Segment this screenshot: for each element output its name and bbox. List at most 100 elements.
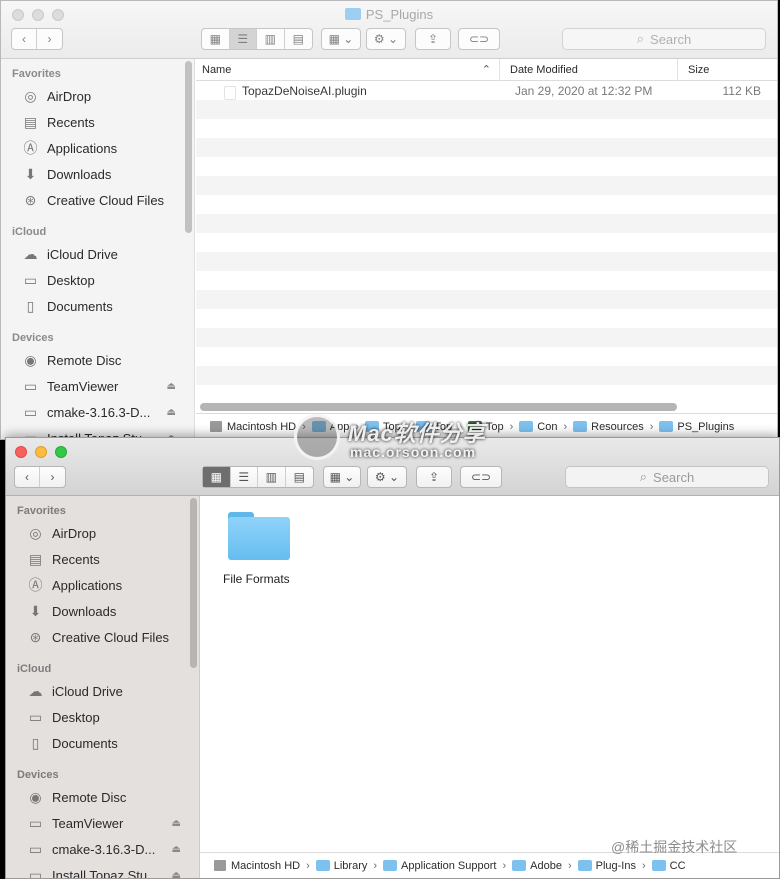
sidebar-item-airdrop[interactable]: ◎ AirDrop bbox=[21, 84, 184, 108]
window-title: PS_Plugins bbox=[1, 7, 777, 22]
sidebar-section-icloud: iCloud bbox=[17, 663, 52, 675]
table-row[interactable]: TopazDeNoiseAI.plugin Jan 29, 2020 at 12… bbox=[196, 81, 777, 100]
sidebar-item-downloads[interactable]: ⬇ Downloads bbox=[26, 599, 189, 623]
gear-icon[interactable]: ⚙ ⌄ bbox=[366, 28, 406, 50]
chevron-right-icon: › bbox=[373, 859, 378, 872]
search-field[interactable]: ⌕ Search bbox=[565, 466, 769, 488]
sidebar-item-applications[interactable]: Ⓐ Applications bbox=[21, 136, 184, 160]
gallery-icon[interactable]: ▤ bbox=[286, 467, 313, 487]
finder-window-cc: ‹ › ▦ ☰ ▥ ▤ ▦ ⌄ ⚙ ⌄ ⇪ ⊂⊃ ⌕ Search Favorit… bbox=[5, 437, 780, 879]
path-item-macintosh-hd[interactable]: Macintosh HD › bbox=[210, 421, 312, 433]
path-item[interactable]: Top › bbox=[365, 421, 416, 433]
grid-icon[interactable]: ▦ bbox=[203, 467, 231, 487]
eject-icon[interactable]: ⏏ bbox=[167, 407, 176, 418]
sidebar-item-airdrop[interactable]: ◎ AirDrop bbox=[26, 521, 189, 545]
gear-icon[interactable]: ⚙ ⌄ bbox=[367, 466, 407, 488]
path-item-ps-plugins[interactable]: PS_Plugins bbox=[659, 421, 734, 433]
sidebar-scrollbar[interactable] bbox=[190, 498, 197, 668]
sidebar-item-remote-disc[interactable]: ◉ Remote Disc bbox=[21, 348, 184, 372]
recents-icon: ▤ bbox=[28, 550, 43, 567]
applications-icon: Ⓐ bbox=[28, 577, 43, 593]
sidebar-item-documents[interactable]: ▯ Documents bbox=[26, 731, 189, 755]
search-field[interactable]: ⌕ Search bbox=[562, 28, 766, 50]
back-forward-buttons: ‹ › bbox=[14, 466, 66, 488]
hard-drive-icon bbox=[214, 860, 226, 871]
list-icon[interactable]: ☰ bbox=[229, 29, 257, 49]
sidebar-item-recents[interactable]: ▤ Recents bbox=[21, 110, 184, 134]
path-item-library[interactable]: Library › bbox=[315, 859, 383, 872]
column-size[interactable]: Size bbox=[678, 59, 777, 81]
folder-item-file-formats[interactable]: File Formats bbox=[223, 512, 303, 586]
path-item[interactable]: Top › bbox=[416, 421, 467, 433]
maximize-button[interactable] bbox=[55, 446, 67, 458]
sidebar-item-icloud-drive[interactable]: ☁ iCloud Drive bbox=[21, 242, 184, 266]
sort-chevron-icon: ⌃ bbox=[481, 64, 491, 76]
sidebar-item-cmake[interactable]: ▭ cmake-3.16.3-D... ⏏ bbox=[26, 837, 189, 861]
gallery-icon[interactable]: ▤ bbox=[285, 29, 312, 49]
tag-icon[interactable]: ⊂⊃ bbox=[460, 466, 502, 488]
eject-icon[interactable]: ⏏ bbox=[172, 844, 181, 855]
sidebar-section-favorites: Favorites bbox=[17, 505, 66, 517]
path-item[interactable]: Top › bbox=[467, 421, 519, 433]
sidebar-item-remote-disc[interactable]: ◉ Remote Disc bbox=[26, 785, 189, 809]
back-button[interactable]: ‹ bbox=[12, 29, 38, 49]
minimize-button[interactable] bbox=[35, 446, 47, 458]
sidebar-item-desktop[interactable]: ▭ Desktop bbox=[21, 268, 184, 292]
grid-icon[interactable]: ▦ bbox=[202, 29, 230, 49]
airdrop-icon: ◎ bbox=[29, 524, 42, 541]
columns-icon[interactable]: ▥ bbox=[258, 467, 286, 487]
forward-button[interactable]: › bbox=[40, 467, 65, 487]
sidebar: Favorites ◎ AirDrop ▤ Recents Ⓐ Application… bbox=[1, 59, 195, 439]
sidebar-item-icloud-drive[interactable]: ☁ iCloud Drive bbox=[26, 679, 189, 703]
back-button[interactable]: ‹ bbox=[15, 467, 41, 487]
path-item-plug-ins[interactable]: Plug-Ins › bbox=[577, 860, 652, 872]
eject-icon[interactable]: ⏏ bbox=[167, 381, 176, 392]
tag-icon[interactable]: ⊂⊃ bbox=[458, 28, 500, 50]
sidebar-scrollbar[interactable] bbox=[185, 61, 192, 233]
columns-icon[interactable]: ▥ bbox=[257, 29, 285, 49]
sidebar-item-install-topaz[interactable]: ▭ Install Topaz Stu... ⏏ bbox=[26, 863, 189, 879]
column-date-modified[interactable]: Date Modified bbox=[500, 59, 678, 81]
sidebar-item-creative-cloud[interactable]: ⊛ Creative Cloud Files bbox=[21, 188, 184, 212]
path-item-application-support[interactable]: Application Support › bbox=[383, 860, 512, 872]
eject-icon[interactable]: ⏏ bbox=[172, 870, 181, 879]
sidebar-item-creative-cloud[interactable]: ⊛ Creative Cloud Files bbox=[26, 625, 189, 649]
documents-icon: ▯ bbox=[31, 734, 40, 751]
group-icon[interactable]: ▦ ⌄ bbox=[323, 466, 361, 488]
close-button[interactable] bbox=[15, 446, 27, 458]
downloads-icon: ⬇ bbox=[29, 602, 42, 619]
path-item-adobe[interactable]: Adobe › bbox=[512, 860, 577, 872]
sidebar-item-teamviewer[interactable]: ▭ TeamViewer ⏏ bbox=[21, 374, 184, 398]
sidebar-item-desktop[interactable]: ▭ Desktop bbox=[26, 705, 189, 729]
share-icon[interactable]: ⇪ bbox=[416, 466, 452, 488]
column-name[interactable]: Name ⌃ bbox=[196, 59, 500, 81]
chevron-right-icon: › bbox=[563, 420, 568, 433]
group-icon[interactable]: ▦ ⌄ bbox=[321, 28, 361, 50]
sidebar-item-teamviewer[interactable]: ▭ TeamViewer ⏏ bbox=[26, 811, 189, 835]
titlebar: PS_Plugins ‹ › ▦ ☰ ▥ ▤ ▦ ⌄ ⚙ ⌄ ⇪ ⊂⊃ ⌕ Sea… bbox=[1, 1, 777, 59]
sidebar-item-documents[interactable]: ▯ Documents bbox=[21, 294, 184, 318]
path-bar: Macintosh HD › App › Top › Top › Top › Con › R… bbox=[196, 413, 777, 439]
path-item-macintosh-hd[interactable]: Macintosh HD › bbox=[214, 860, 316, 872]
documents-icon: ▯ bbox=[26, 297, 35, 314]
sidebar-item-recents[interactable]: ▤ Recents bbox=[26, 547, 189, 571]
path-item-cc[interactable]: CC bbox=[651, 860, 686, 872]
forward-button[interactable]: › bbox=[37, 29, 62, 49]
sidebar-item-applications[interactable]: Ⓐ Applications bbox=[26, 573, 189, 597]
titlebar: ‹ › ▦ ☰ ▥ ▤ ▦ ⌄ ⚙ ⌄ ⇪ ⊂⊃ ⌕ Search bbox=[6, 438, 779, 496]
applications-icon: Ⓐ bbox=[23, 140, 38, 156]
sidebar-item-cmake[interactable]: ▭ cmake-3.16.3-D... ⏏ bbox=[21, 400, 184, 424]
path-item-resources[interactable]: Resources › bbox=[573, 421, 659, 433]
list-icon[interactable]: ☰ bbox=[231, 467, 258, 487]
sidebar: Favorites ◎ AirDrop ▤ Recents Ⓐ Application… bbox=[6, 496, 200, 878]
folder-icon bbox=[228, 512, 290, 560]
path-item[interactable]: Con › bbox=[519, 421, 573, 433]
eject-icon[interactable]: ⏏ bbox=[172, 818, 181, 829]
folder-icon bbox=[315, 860, 330, 871]
disc-icon: ◉ bbox=[29, 788, 42, 805]
sidebar-item-downloads[interactable]: ⬇ Downloads bbox=[21, 162, 184, 186]
horizontal-scrollbar[interactable] bbox=[200, 403, 677, 411]
share-icon[interactable]: ⇪ bbox=[415, 28, 451, 50]
path-item[interactable]: App › bbox=[311, 421, 365, 433]
chevron-right-icon: › bbox=[306, 859, 310, 872]
